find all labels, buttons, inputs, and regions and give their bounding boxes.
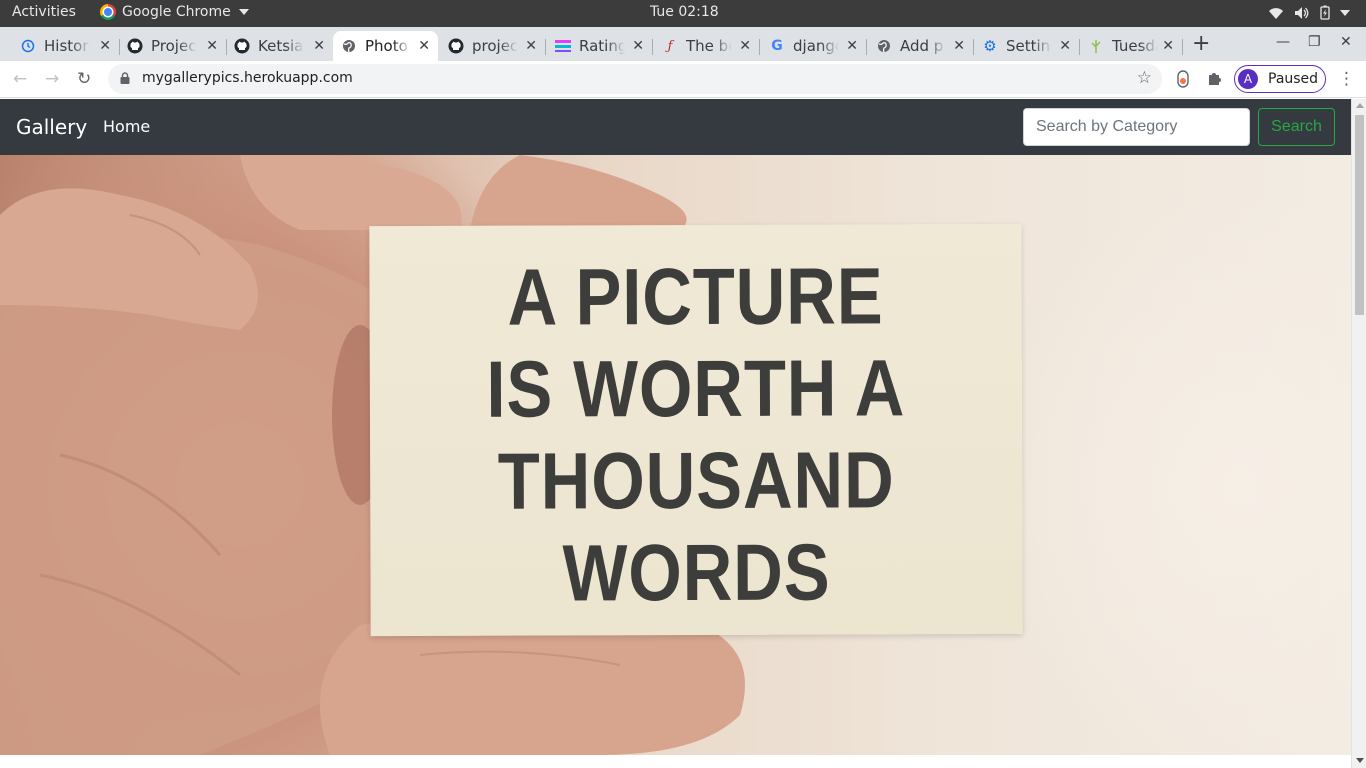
rating-icon: [555, 38, 571, 54]
github-icon: [448, 38, 464, 54]
quote-text: A PICTURE IS WORTH A THOUSAND WORDS: [415, 250, 977, 620]
tab-photo[interactable]: Photo ✕: [333, 31, 438, 61]
search-button[interactable]: Search: [1258, 108, 1335, 146]
battery-icon: [1320, 5, 1330, 20]
puzzle-icon[interactable]: [1207, 70, 1223, 86]
caret-down-icon: [238, 9, 249, 15]
tab-ketsia[interactable]: Ketsia ✕: [226, 31, 334, 61]
tab-history[interactable]: History ✕: [12, 31, 120, 61]
tab-the-best[interactable]: ƒ The best ✕: [654, 31, 760, 61]
page-scrollbar[interactable]: [1351, 99, 1366, 768]
close-icon[interactable]: ✕: [418, 38, 430, 54]
tab-label: Add p: [900, 37, 944, 55]
tab-settings[interactable]: ⚙ Settings ✕: [974, 31, 1080, 61]
close-icon[interactable]: ✕: [99, 38, 111, 54]
tab-project-2[interactable]: project ✕: [440, 31, 546, 61]
tab-label: The best: [686, 37, 732, 55]
navbar-brand[interactable]: Gallery: [16, 115, 87, 139]
app-menu-label: Google Chrome: [122, 4, 231, 20]
tab-label: Tuesday: [1112, 37, 1158, 55]
tab-project[interactable]: Project ✕: [119, 31, 227, 61]
quote-line: THOUSAND: [497, 435, 895, 526]
scroll-up-icon[interactable]: [1356, 103, 1364, 108]
tab-label: Photo: [365, 37, 408, 55]
globe-icon: [876, 38, 892, 54]
tab-rating[interactable]: Rating ✕: [547, 31, 653, 61]
caret-down-icon: [1340, 9, 1350, 16]
quote-line: WORDS: [562, 527, 831, 618]
app-menu[interactable]: Google Chrome: [100, 4, 249, 20]
system-top-bar: Activities Google Chrome Tue 02:18: [0, 0, 1366, 27]
history-icon: [20, 38, 36, 54]
github-icon: [234, 38, 250, 54]
tab-label: Rating: [579, 37, 625, 55]
avatar: A: [1238, 69, 1258, 89]
close-icon[interactable]: ✕: [953, 38, 965, 54]
gear-icon: ⚙: [983, 37, 997, 55]
nav-home-link[interactable]: Home: [103, 117, 150, 136]
scroll-thumb[interactable]: [1355, 115, 1364, 315]
tab-strip: History ✕ Project ✕ Ketsia ✕ Photo ✕ pro…: [0, 27, 1366, 61]
tab-add-p[interactable]: Add p ✕: [868, 31, 974, 61]
system-clock[interactable]: Tue 02:18: [650, 4, 719, 20]
tab-tuesday[interactable]: Tuesday ✕: [1080, 31, 1183, 61]
back-button[interactable]: ←: [13, 69, 27, 89]
search-input[interactable]: [1023, 108, 1250, 146]
forward-button[interactable]: →: [45, 69, 59, 89]
close-icon[interactable]: ✕: [525, 38, 537, 54]
github-icon: [127, 38, 143, 54]
profile-button[interactable]: A Paused: [1234, 65, 1326, 93]
quote-card: A PICTURE IS WORTH A THOUSAND WORDS: [369, 223, 1023, 637]
url-text: mygallerypics.herokuapp.com: [142, 70, 353, 86]
function-icon: ƒ: [667, 38, 673, 54]
menu-kebab-icon[interactable]: ⋮: [1338, 69, 1355, 89]
reload-button[interactable]: ↻: [77, 69, 91, 89]
browser-toolbar: ← → ↻ mygallerypics.herokuapp.com ☆ A Pa…: [0, 61, 1366, 98]
lock-icon: [120, 72, 130, 84]
quote-line: IS WORTH A: [486, 343, 906, 434]
profile-status: Paused: [1268, 71, 1319, 87]
site-navbar: Gallery Home Search: [0, 99, 1351, 155]
close-icon[interactable]: ✕: [313, 38, 325, 54]
tree-icon: [1088, 38, 1104, 54]
restore-button[interactable]: ❐: [1308, 34, 1321, 50]
chrome-icon: [100, 4, 116, 20]
tab-label: Settings: [1006, 37, 1052, 55]
close-icon[interactable]: ✕: [739, 38, 751, 54]
system-tray[interactable]: [1268, 5, 1350, 20]
tab-label: Ketsia: [258, 37, 304, 55]
close-icon[interactable]: ✕: [846, 38, 858, 54]
quote-line: A PICTURE: [507, 251, 884, 342]
google-icon: G: [771, 38, 783, 54]
minimize-button[interactable]: —: [1276, 34, 1290, 50]
volume-icon: [1295, 6, 1309, 19]
activities-button[interactable]: Activities: [12, 4, 76, 20]
bookmark-star-icon[interactable]: ☆: [1137, 68, 1152, 88]
close-icon[interactable]: ✕: [206, 38, 218, 54]
extension-icon[interactable]: [1176, 70, 1190, 88]
address-bar[interactable]: mygallerypics.herokuapp.com ☆: [108, 64, 1162, 94]
close-icon[interactable]: ✕: [1162, 38, 1174, 54]
close-icon[interactable]: ✕: [1059, 38, 1071, 54]
window-close-button[interactable]: ✕: [1340, 34, 1352, 50]
tab-label: django: [793, 37, 839, 55]
new-tab-button[interactable]: +: [1192, 31, 1210, 56]
page-viewport: Gallery Home Search A PICTURE: [0, 99, 1351, 768]
tab-label: Project: [151, 37, 197, 55]
hero-image: A PICTURE IS WORTH A THOUSAND WORDS: [0, 155, 1351, 755]
tab-django[interactable]: G django ✕: [761, 31, 867, 61]
scroll-down-icon[interactable]: [1356, 758, 1364, 763]
close-icon[interactable]: ✕: [632, 38, 644, 54]
tab-label: project: [472, 37, 518, 55]
globe-icon: [341, 38, 357, 54]
wifi-icon: [1269, 7, 1283, 19]
tab-label: History: [44, 37, 90, 55]
